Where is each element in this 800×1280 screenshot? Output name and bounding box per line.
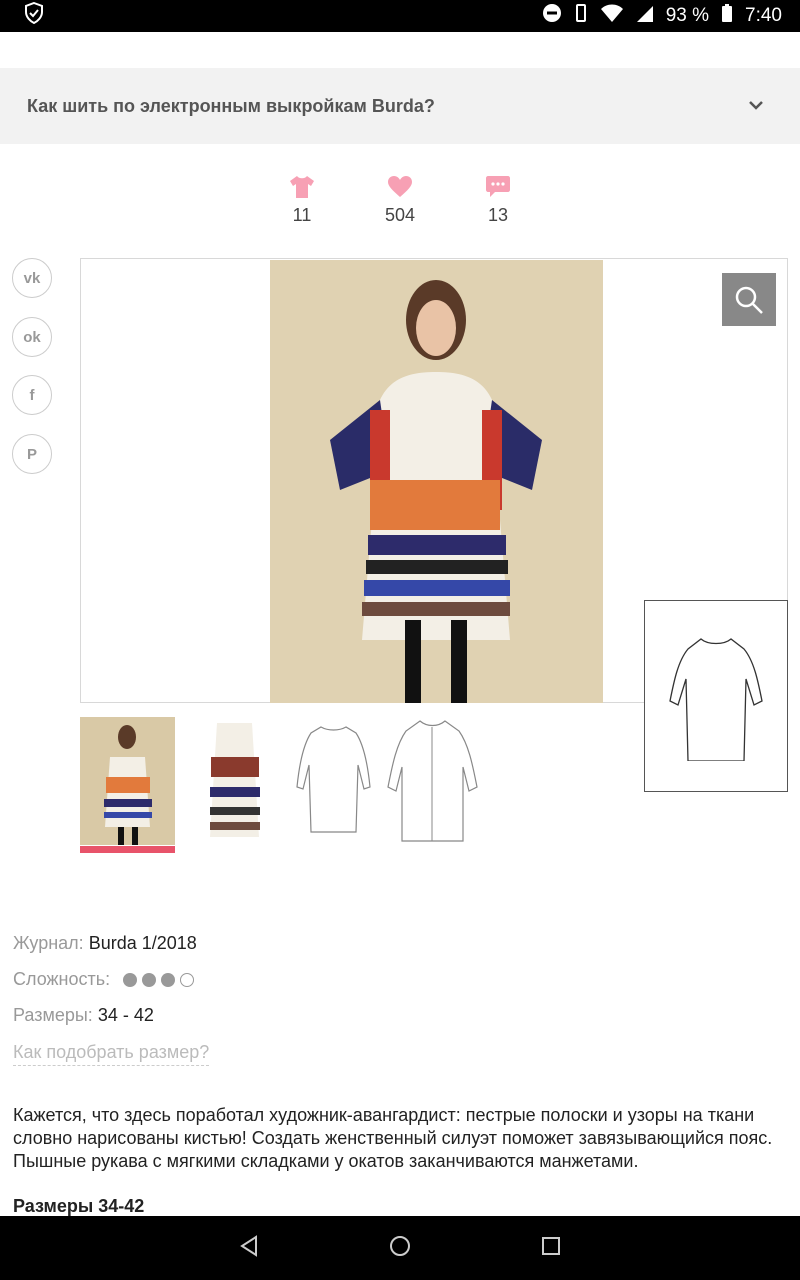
battery-text: 93 % [665,5,710,26]
stats-row: 11 504 13 [0,175,800,235]
share-ok-button[interactable]: ok [12,317,52,357]
product-description: Кажется, что здесь поработал художник-ав… [13,1105,773,1171]
share-vk-button[interactable]: vk [12,258,52,298]
clock: 7:40 [745,5,782,26]
stat-likes[interactable]: 504 [370,175,430,226]
burda-howto-accordion[interactable]: Как шить по электронным выкройкам Burda? [0,68,800,144]
technical-sketch-preview[interactable] [644,600,788,792]
odnoklassniki-icon: ok [23,328,41,346]
stat-count: 11 [292,205,312,225]
accordion-title: Как шить по электронным выкройкам Burda? [27,95,435,116]
stat-tried[interactable]: 11 [272,175,332,226]
description-sizes: Размеры 34-42 [13,1196,145,1216]
vk-icon: vk [23,269,41,287]
stat-count: 13 [487,205,509,225]
sizes-row: Размеры: 34 - 42 [13,1005,154,1026]
thumbnail-4[interactable] [385,717,480,845]
difficulty-dot [161,973,176,988]
thumbnail-1[interactable] [80,717,175,845]
thumbnail-3[interactable] [286,717,381,845]
recents-icon[interactable] [541,1236,561,1261]
tshirt-icon [290,176,314,198]
stat-comments[interactable]: 13 [468,175,528,226]
journal-row: Журнал: Burda 1/2018 [13,933,197,954]
size-guide-link[interactable]: Как подобрать размер? [13,1042,210,1066]
difficulty-label: Сложность: [13,969,111,989]
journal-value[interactable]: Burda 1/2018 [89,933,197,953]
shield-icon [24,1,44,30]
difficulty-dot-empty [180,973,195,988]
vibrate-icon [574,3,588,29]
signal-icon [636,3,654,29]
home-icon[interactable] [389,1235,411,1262]
back-icon[interactable] [239,1234,259,1262]
facebook-icon: f [29,386,35,404]
stat-count: 504 [384,205,416,225]
status-bar: 93 % 7:40 [0,0,800,32]
thumbnail-active-indicator [80,846,175,853]
battery-icon [721,3,733,29]
chevron-down-icon[interactable] [748,97,764,115]
difficulty-row: Сложность: [13,969,195,990]
share-pinterest-button[interactable]: P [12,434,52,474]
search-icon [735,286,763,314]
thumbnail-2[interactable] [187,717,282,845]
difficulty-dot [142,973,157,988]
journal-label: Журнал: [13,933,84,953]
product-photo[interactable] [270,260,603,703]
navigation-bar [0,1216,800,1280]
dnd-icon [542,3,562,29]
sizes-value: 34 - 42 [97,1005,154,1025]
zoom-button[interactable] [722,273,776,326]
heart-icon [388,176,412,197]
comment-icon [486,176,510,197]
difficulty-dot [123,973,138,988]
sizes-label: Размеры: [13,1005,93,1025]
pinterest-icon: P [26,445,37,463]
share-facebook-button[interactable]: f [12,375,52,415]
difficulty-dots [123,973,195,988]
wifi-icon [600,3,624,29]
